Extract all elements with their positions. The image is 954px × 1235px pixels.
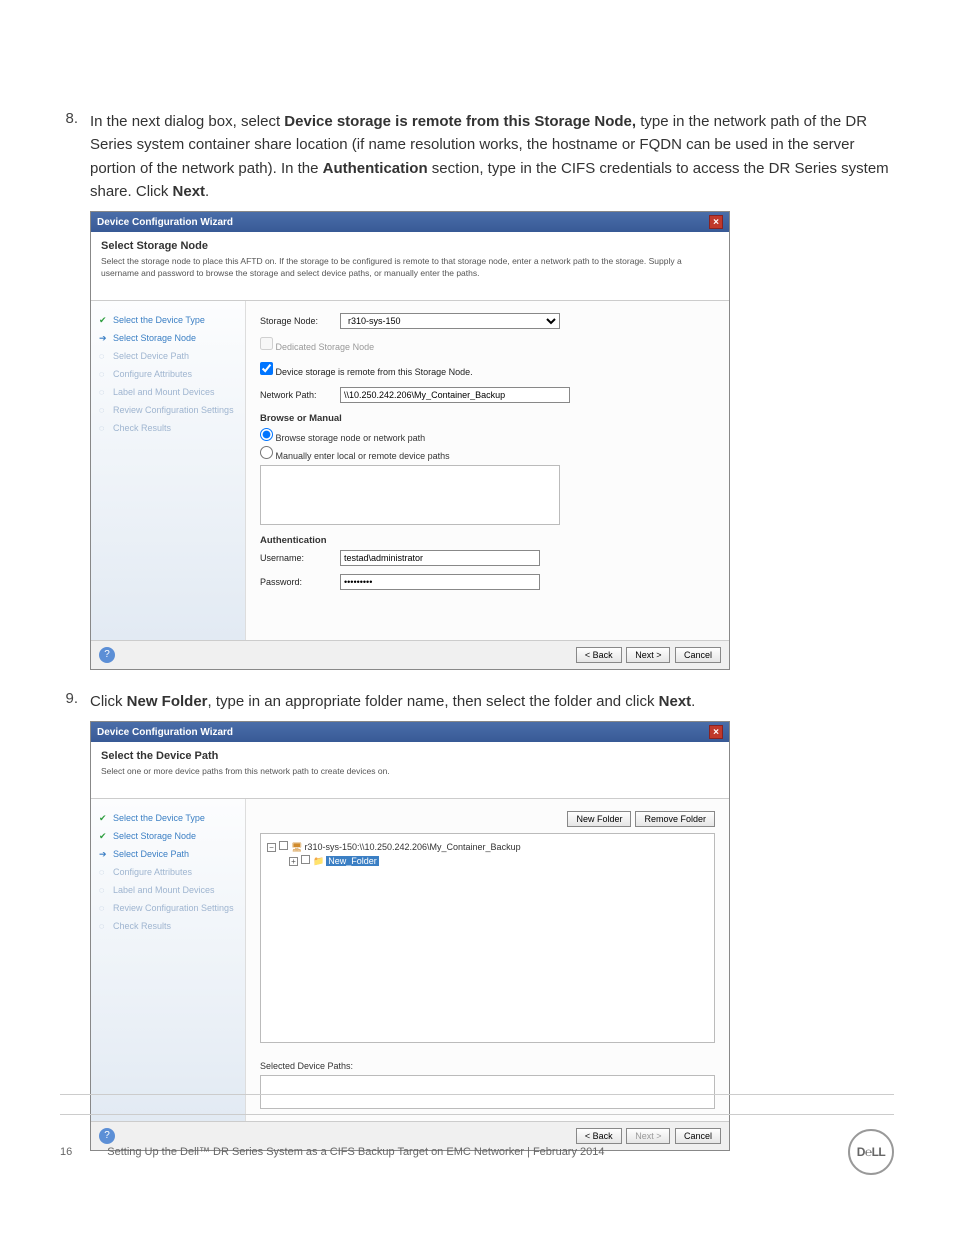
- radio-manual[interactable]: [260, 446, 273, 459]
- wizard-sidebar: Select the Device Type Select Storage No…: [91, 301, 246, 640]
- storage-node-select[interactable]: r310-sys-150: [340, 313, 560, 329]
- tree-checkbox[interactable]: [279, 841, 288, 850]
- radio-browse-row[interactable]: Browse storage node or network path: [260, 428, 715, 443]
- sidebar-step-label-mount: Label and Mount Devices: [97, 881, 239, 899]
- new-folder-button[interactable]: New Folder: [567, 811, 631, 827]
- tree-checkbox[interactable]: [301, 855, 310, 864]
- dedicated-checkbox[interactable]: [260, 337, 273, 350]
- sidebar-step-configure: Configure Attributes: [97, 863, 239, 881]
- sidebar-step-configure: Configure Attributes: [97, 365, 239, 383]
- tree-child-label[interactable]: New_Folder: [326, 856, 379, 866]
- step-number: 8.: [60, 110, 90, 670]
- next-button[interactable]: Next >: [626, 647, 670, 663]
- step-8: 8. In the next dialog box, select Device…: [60, 110, 894, 670]
- remove-folder-button[interactable]: Remove Folder: [635, 811, 715, 827]
- folder-icon: 📁: [313, 856, 324, 866]
- tree-root-label: r310-sys-150:\\10.250.242.206\My_Contain…: [304, 842, 520, 852]
- network-path-input[interactable]: [340, 387, 570, 403]
- sidebar-step-device-path: Select Device Path: [97, 845, 239, 863]
- page-footer: 16 Setting Up the Dell™ DR Series System…: [60, 1114, 894, 1175]
- password-input[interactable]: [340, 574, 540, 590]
- t-b: Next: [173, 183, 206, 200]
- sidebar-step-storage-node: Select Storage Node: [97, 827, 239, 845]
- username-input[interactable]: [340, 550, 540, 566]
- t: Click: [90, 693, 127, 710]
- radio-manual-row[interactable]: Manually enter local or remote device pa…: [260, 446, 715, 525]
- wizard-heading: Select Storage Node: [101, 240, 719, 252]
- step-number: 9.: [60, 690, 90, 1151]
- password-label: Password:: [260, 577, 340, 587]
- browse-section-label: Browse or Manual: [260, 413, 715, 424]
- radio-browse-label: Browse storage node or network path: [276, 433, 426, 443]
- t-b: Authentication: [323, 160, 428, 177]
- radio-manual-label: Manually enter local or remote device pa…: [276, 451, 450, 461]
- step-9-text: Click New Folder, type in an appropriate…: [90, 690, 894, 713]
- wizard-footer: ? < Back Next > Cancel: [91, 640, 729, 669]
- expand-icon[interactable]: +: [289, 857, 298, 866]
- network-path-label: Network Path:: [260, 390, 340, 400]
- sidebar-step-device-path: Select Device Path: [97, 347, 239, 365]
- sidebar-step-device-type: Select the Device Type: [97, 311, 239, 329]
- remote-storage-checkbox-row[interactable]: Device storage is remote from this Stora…: [260, 362, 715, 377]
- selected-paths-box: [260, 1075, 715, 1109]
- tree-child-node[interactable]: + 📁New_Folder: [267, 854, 708, 868]
- wizard-main: Storage Node: r310-sys-150 Dedicated Sto…: [246, 301, 729, 640]
- remote-label-text: Device storage is remote from this Stora…: [276, 367, 473, 377]
- device-path-tree[interactable]: − 🖥r310-sys-150:\\10.250.242.206\My_Conta…: [260, 833, 715, 1043]
- cancel-button[interactable]: Cancel: [675, 647, 721, 663]
- auth-section-label: Authentication: [260, 535, 715, 546]
- dell-logo: D℮LL: [848, 1129, 894, 1175]
- selected-paths-label: Selected Device Paths:: [260, 1061, 715, 1071]
- wizard-titlebar: Device Configuration Wizard ×: [91, 722, 729, 742]
- doc-title: Setting Up the Dell™ DR Series System as…: [107, 1146, 604, 1158]
- wizard-subtext: Select the storage node to place this AF…: [101, 256, 719, 280]
- wizard-titlebar: Device Configuration Wizard ×: [91, 212, 729, 232]
- remote-checkbox[interactable]: [260, 362, 273, 375]
- sidebar-step-review: Review Configuration Settings: [97, 401, 239, 419]
- dedicated-storage-checkbox[interactable]: Dedicated Storage Node: [260, 337, 715, 352]
- wizard-main: New Folder Remove Folder − 🖥r310-sys-150:…: [246, 799, 729, 1121]
- expand-icon[interactable]: −: [267, 843, 276, 852]
- page-number: 16: [60, 1146, 72, 1158]
- sidebar-step-label-mount: Label and Mount Devices: [97, 383, 239, 401]
- t: In the next dialog box, select: [90, 113, 284, 130]
- t-b: Next: [659, 693, 692, 710]
- manual-paths-box[interactable]: [260, 465, 560, 525]
- window-title: Device Configuration Wizard: [97, 727, 233, 738]
- help-icon[interactable]: ?: [99, 647, 115, 663]
- radio-browse[interactable]: [260, 428, 273, 441]
- sidebar-step-check: Check Results: [97, 419, 239, 437]
- window-title: Device Configuration Wizard: [97, 217, 233, 228]
- sidebar-step-device-type: Select the Device Type: [97, 809, 239, 827]
- wizard-heading: Select the Device Path: [101, 750, 719, 762]
- footer-divider: [60, 1094, 894, 1095]
- t: .: [691, 693, 695, 710]
- wizard-select-storage-node: Device Configuration Wizard × Select Sto…: [90, 211, 730, 670]
- tree-root-node[interactable]: − 🖥r310-sys-150:\\10.250.242.206\My_Conta…: [267, 840, 708, 854]
- close-icon[interactable]: ×: [709, 725, 723, 739]
- sidebar-step-review: Review Configuration Settings: [97, 899, 239, 917]
- back-button[interactable]: < Back: [576, 647, 622, 663]
- wizard-header: Select Storage Node Select the storage n…: [91, 232, 729, 301]
- dedicated-label-text: Dedicated Storage Node: [276, 342, 375, 352]
- step-8-text: In the next dialog box, select Device st…: [90, 110, 894, 203]
- t: .: [205, 183, 209, 200]
- t-b: New Folder: [127, 693, 208, 710]
- wizard-header: Select the Device Path Select one or mor…: [91, 742, 729, 799]
- step-9: 9. Click New Folder, type in an appropri…: [60, 690, 894, 1151]
- wizard-sidebar: Select the Device Type Select Storage No…: [91, 799, 246, 1121]
- wizard-subtext: Select one or more device paths from thi…: [101, 766, 719, 778]
- folder-icon: 🖥: [291, 842, 302, 852]
- t-b: Device storage is remote from this Stora…: [284, 113, 636, 130]
- wizard-select-device-path: Device Configuration Wizard × Select the…: [90, 721, 730, 1151]
- storage-node-label: Storage Node:: [260, 316, 340, 326]
- close-icon[interactable]: ×: [709, 215, 723, 229]
- sidebar-step-storage-node: Select Storage Node: [97, 329, 239, 347]
- t: , type in an appropriate folder name, th…: [208, 693, 659, 710]
- sidebar-step-check: Check Results: [97, 917, 239, 935]
- username-label: Username:: [260, 553, 340, 563]
